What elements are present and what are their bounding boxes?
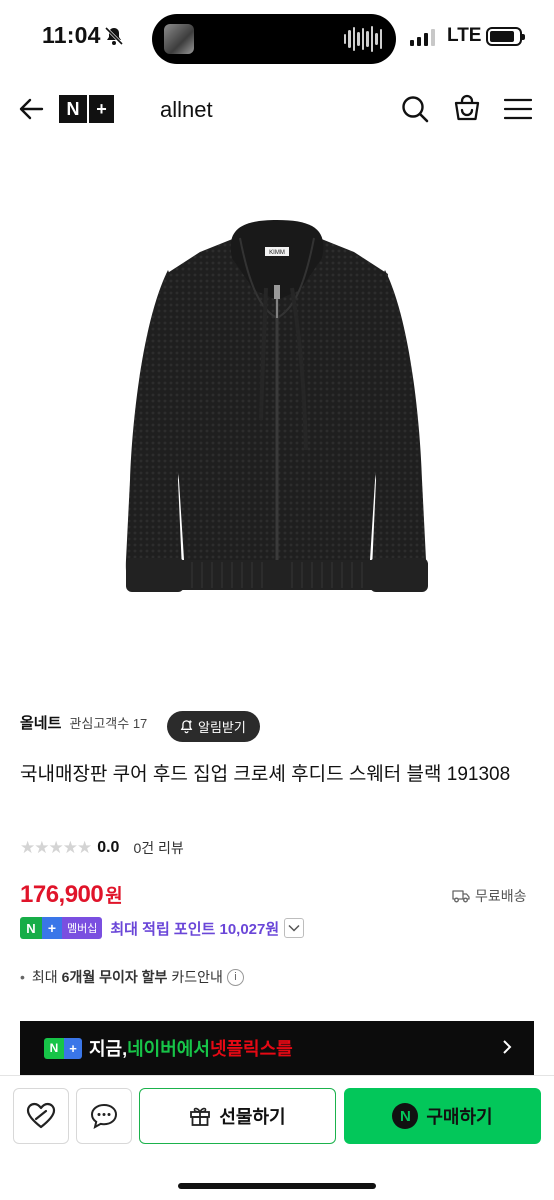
chevron-down-icon: [288, 924, 300, 932]
status-time: 11:04: [42, 22, 101, 48]
buy-label: 구매하기: [426, 1107, 493, 1127]
card-installment-bold: 6개월 무이자 할부: [61, 969, 168, 985]
gift-label: 선물하기: [219, 1107, 286, 1127]
talktalk-chat-button[interactable]: [76, 1088, 132, 1144]
rating-score: 0.0: [97, 839, 120, 856]
promo-text-now: 지금,: [89, 1039, 128, 1059]
cell-signal-icon: [410, 28, 435, 46]
price-row: 176,900 원: [20, 881, 123, 909]
points-detail-toggle[interactable]: [284, 918, 305, 938]
now-playing-artwork: [164, 24, 194, 54]
badge-membership-label: 멤버십: [62, 917, 103, 939]
bottom-action-bar: 선물하기 N 구매하기: [0, 1075, 554, 1200]
delivery-truck-icon: [452, 890, 470, 903]
naver-plus-logo[interactable]: N +: [59, 95, 114, 123]
naver-pay-icon: N: [392, 1103, 419, 1129]
favorite-customers-count: 관심고객수 17: [69, 716, 148, 731]
network-type: LTE: [447, 25, 482, 46]
battery-icon: [486, 27, 525, 46]
store-name[interactable]: allnet: [160, 97, 213, 123]
hamburger-menu-icon[interactable]: [504, 97, 532, 121]
logo-plus: +: [87, 95, 114, 123]
naver-plus-membership-badge: N + 멤버십: [20, 917, 103, 939]
back-arrow-icon[interactable]: [18, 96, 44, 122]
buy-button[interactable]: N 구매하기: [344, 1088, 541, 1144]
rating-stars: ★★★★★: [20, 838, 92, 857]
naver-plus-badge: N +: [44, 1037, 82, 1059]
info-icon[interactable]: i: [226, 968, 244, 986]
sale-price: 176,900: [20, 881, 104, 908]
netflix-promo-banner[interactable]: N + 지금, 네이버에서 넷플릭스를: [20, 1021, 534, 1075]
bell-plus-icon: [180, 720, 193, 734]
review-count-link[interactable]: 0건 리뷰: [133, 838, 183, 858]
status-bar: 11:04 LTE: [0, 0, 554, 78]
product-title: 국내매장판 쿠어 후드 집업 크로셰 후디드 스웨터 블랙 191308: [20, 764, 511, 785]
price-unit: 원: [105, 886, 123, 907]
product-image[interactable]: KIMM: [0, 140, 554, 680]
alarm-subscribe-button[interactable]: 알림받기: [167, 711, 260, 742]
alarm-label: 알림받기: [198, 720, 246, 735]
shipping-info: 무료배송: [452, 886, 527, 906]
logo-n: N: [59, 95, 87, 123]
dynamic-island[interactable]: [152, 14, 396, 64]
seller-row: 올네트 관심고객수 17: [20, 712, 147, 733]
gift-box-icon: [190, 1107, 211, 1126]
promo-text-netflix: 넷플릭스를: [209, 1039, 293, 1059]
home-indicator[interactable]: [178, 1183, 376, 1189]
search-icon[interactable]: [400, 94, 430, 124]
rating-row: ★★★★★ 0.0 0건 리뷰: [20, 838, 184, 858]
max-points-text: 최대 적립 포인트 10,027원: [110, 920, 280, 938]
card-guide-label: 카드안내: [171, 969, 223, 985]
chat-bubble-icon: [90, 1103, 118, 1129]
zzim-button[interactable]: [13, 1088, 69, 1144]
badge-plus: +: [42, 917, 62, 939]
card-prefix: 최대: [31, 969, 58, 985]
points-row: N + 멤버십 최대 적립 포인트 10,027원: [20, 917, 305, 939]
badge-n: N: [20, 917, 42, 939]
shipping-label: 무료배송: [475, 888, 527, 904]
heart-zzim-icon: [26, 1102, 56, 1129]
hoodie-brand-tag: KIMM: [269, 250, 285, 256]
gift-button[interactable]: 선물하기: [139, 1088, 336, 1144]
chevron-right-icon: [503, 1040, 512, 1054]
audio-waveform-icon: [343, 26, 382, 52]
hoodie-illustration: KIMM: [125, 220, 428, 592]
promo-text-naver: 네이버에서: [127, 1039, 210, 1059]
bell-off-icon: [104, 26, 124, 46]
app-header: N + allnet: [0, 80, 554, 138]
card-installment-row: • 최대 6개월 무이자 할부 카드안내 i: [20, 967, 244, 987]
shopping-bag-icon[interactable]: [452, 93, 482, 123]
seller-name[interactable]: 올네트: [20, 712, 61, 733]
